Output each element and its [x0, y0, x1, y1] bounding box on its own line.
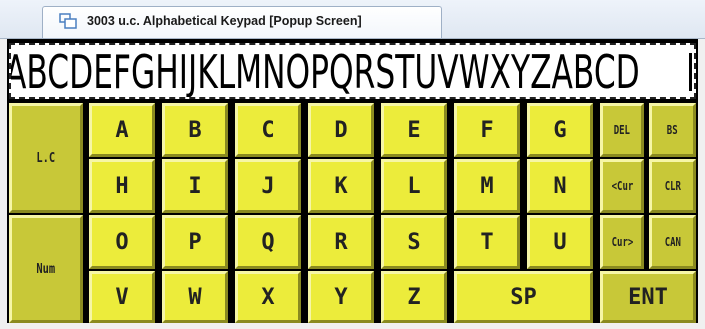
key-label: T [480, 229, 494, 255]
key-label: ENT [628, 284, 668, 310]
key-label: I [188, 173, 202, 199]
key-label: L [407, 173, 421, 199]
key-label: H [115, 173, 129, 199]
delete-key[interactable]: DEL [600, 103, 644, 157]
key-m[interactable]: M [454, 159, 520, 213]
key-label: J [261, 173, 275, 199]
key-e[interactable]: E [381, 103, 447, 157]
key-label: W [188, 284, 202, 310]
key-label: BS [667, 123, 678, 137]
key-l[interactable]: L [381, 159, 447, 213]
key-label: CAN [664, 235, 681, 249]
key-t[interactable]: T [454, 215, 520, 269]
key-b[interactable]: B [162, 103, 228, 157]
text-cursor [689, 53, 692, 91]
key-x[interactable]: X [235, 271, 301, 323]
key-u[interactable]: U [527, 215, 593, 269]
key-label: <Cur [611, 179, 633, 193]
key-h[interactable]: H [89, 159, 155, 213]
key-label: K [334, 173, 348, 199]
tab-title: 3003 u.c. Alphabetical Keypad [Popup Scr… [87, 14, 362, 28]
key-label: CLR [664, 179, 681, 193]
key-label: S [407, 229, 421, 255]
key-j[interactable]: J [235, 159, 301, 213]
key-label: V [115, 284, 129, 310]
key-label: R [334, 229, 348, 255]
display-text: ABCDEFGHIJKLMNOPQRSTUVWXYZABCD [9, 45, 640, 99]
key-p[interactable]: P [162, 215, 228, 269]
enter-key[interactable]: ENT [600, 271, 696, 323]
key-label: A [115, 117, 129, 143]
screen-window-icon [59, 13, 77, 29]
key-r[interactable]: R [308, 215, 374, 269]
key-k[interactable]: K [308, 159, 374, 213]
key-d[interactable]: D [308, 103, 374, 157]
key-v[interactable]: V [89, 271, 155, 323]
key-w[interactable]: W [162, 271, 228, 323]
key-label: L.C [36, 150, 56, 166]
key-label: U [553, 229, 567, 255]
cursor-right-key[interactable]: Cur> [600, 215, 644, 269]
key-n[interactable]: N [527, 159, 593, 213]
key-label: Cur> [611, 235, 633, 249]
key-a[interactable]: A [89, 103, 155, 157]
key-label: Num [36, 261, 56, 277]
key-label: D [334, 117, 348, 143]
tab-popup-screen[interactable]: 3003 u.c. Alphabetical Keypad [Popup Scr… [42, 6, 442, 38]
key-label: DEL [613, 123, 631, 137]
cursor-left-key[interactable]: <Cur [600, 159, 644, 213]
window-edge [698, 39, 705, 329]
key-label: O [115, 229, 129, 255]
key-z[interactable]: Z [381, 271, 447, 323]
text-display: ABCDEFGHIJKLMNOPQRSTUVWXYZABCD [9, 43, 696, 99]
key-y[interactable]: Y [308, 271, 374, 323]
key-q[interactable]: Q [235, 215, 301, 269]
editor-tab-bar: 3003 u.c. Alphabetical Keypad [Popup Scr… [0, 0, 705, 39]
key-label: P [188, 229, 202, 255]
lowercase-key[interactable]: L.C [9, 103, 83, 213]
key-label: Q [261, 229, 275, 255]
key-s[interactable]: S [381, 215, 447, 269]
numeric-key[interactable]: Num [9, 215, 83, 323]
key-f[interactable]: F [454, 103, 520, 157]
key-label: X [261, 284, 275, 310]
key-label: F [480, 117, 494, 143]
key-label: Y [334, 284, 348, 310]
key-label: SP [510, 284, 537, 310]
key-c[interactable]: C [235, 103, 301, 157]
key-i[interactable]: I [162, 159, 228, 213]
key-g[interactable]: G [527, 103, 593, 157]
key-label: C [261, 117, 275, 143]
key-label: B [188, 117, 202, 143]
cancel-key[interactable]: CAN [649, 215, 696, 269]
key-label: G [553, 117, 567, 143]
key-label: M [480, 173, 494, 199]
key-o[interactable]: O [89, 215, 155, 269]
backspace-key[interactable]: BS [649, 103, 696, 157]
key-label: E [407, 117, 421, 143]
space-key[interactable]: SP [454, 271, 593, 323]
key-label: N [553, 173, 567, 199]
clear-key[interactable]: CLR [649, 159, 696, 213]
key-label: Z [407, 284, 421, 310]
keypad-screen: ABCDEFGHIJKLMNOPQRSTUVWXYZABCD L.C Num A… [7, 39, 698, 323]
